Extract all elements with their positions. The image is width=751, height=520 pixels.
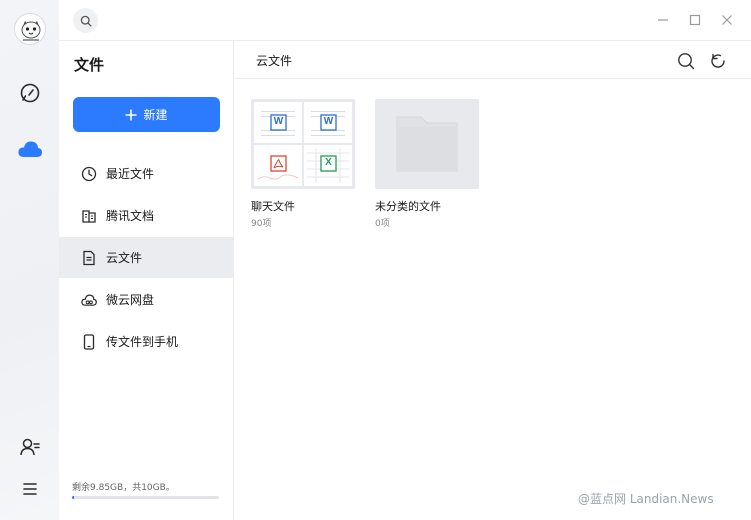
contacts-icon[interactable] bbox=[17, 434, 43, 460]
phone-icon bbox=[81, 333, 97, 350]
global-search-button[interactable] bbox=[73, 8, 98, 33]
menu-icon[interactable] bbox=[17, 476, 43, 502]
minimize-button[interactable] bbox=[654, 11, 672, 29]
close-button[interactable] bbox=[718, 11, 736, 29]
folder-count: 0项 bbox=[375, 219, 390, 229]
folder-thumbnail: W W X bbox=[251, 99, 355, 189]
document-icon bbox=[81, 250, 97, 266]
folder-count: 90项 bbox=[251, 219, 272, 229]
refresh-button[interactable] bbox=[708, 51, 728, 71]
sidebar-title: 文件 bbox=[74, 56, 105, 74]
cloud-icon[interactable] bbox=[17, 136, 43, 162]
maximize-icon bbox=[689, 14, 701, 26]
word-file-tile: W bbox=[304, 102, 352, 143]
folder-uncategorized[interactable]: 未分类的文件 0项 bbox=[375, 99, 479, 229]
sidebar-item-label: 腾讯文档 bbox=[106, 209, 155, 223]
sidebar-item-cloud-files[interactable]: 云文件 bbox=[59, 237, 233, 278]
sidebar-item-weiyun[interactable]: 微云网盘 bbox=[59, 279, 233, 320]
new-button[interactable]: 新建 bbox=[73, 97, 220, 132]
refresh-icon bbox=[711, 53, 725, 68]
sidebar-item-recent[interactable]: 最近文件 bbox=[59, 153, 233, 194]
pdf-icon bbox=[257, 155, 299, 180]
main-header: 云文件 bbox=[235, 41, 751, 79]
watermark: @蓝点网 Landian.News bbox=[578, 492, 714, 506]
word-badge: W bbox=[323, 116, 334, 127]
sidebar-item-label: 最近文件 bbox=[106, 167, 155, 181]
search-icon bbox=[80, 15, 91, 26]
sidebar-item-label: 传文件到手机 bbox=[106, 335, 179, 349]
storage-bar-fill bbox=[72, 496, 75, 499]
excel-badge: X bbox=[325, 157, 332, 168]
word-badge: W bbox=[273, 116, 284, 127]
page-title: 云文件 bbox=[256, 54, 293, 68]
plus-icon bbox=[125, 109, 137, 120]
top-bar bbox=[59, 0, 751, 41]
chat-icon[interactable] bbox=[17, 80, 43, 106]
folder-icon bbox=[396, 116, 458, 172]
clock-icon bbox=[81, 166, 97, 182]
tencent-docs-icon bbox=[81, 208, 97, 224]
folder-name: 未分类的文件 bbox=[375, 200, 441, 213]
folder-thumbnail bbox=[375, 99, 479, 189]
word-file-tile: W bbox=[254, 102, 302, 143]
folder-name: 聊天文件 bbox=[251, 200, 295, 213]
pdf-file-tile bbox=[254, 145, 302, 186]
cloud-drive-icon bbox=[81, 292, 97, 308]
search-icon bbox=[678, 53, 695, 70]
sidebar-item-label: 云文件 bbox=[106, 251, 143, 265]
folder-chat-files[interactable]: W W X 聊天文件 90项 bbox=[251, 99, 355, 229]
storage-text: 剩余9.85GB，共10GB。 bbox=[72, 483, 175, 493]
sidebar-item-send-to-phone[interactable]: 传文件到手机 bbox=[59, 321, 233, 362]
left-rail bbox=[0, 0, 59, 520]
storage-bar bbox=[72, 496, 219, 499]
maximize-button[interactable] bbox=[686, 11, 704, 29]
new-button-label: 新建 bbox=[143, 108, 168, 122]
excel-file-tile: X bbox=[304, 145, 352, 186]
sidebar-item-label: 微云网盘 bbox=[106, 293, 155, 307]
avatar[interactable] bbox=[14, 13, 46, 45]
main-panel: 云文件 W W X 聊天文件 90项 未分类的文件 0项 bbox=[235, 41, 751, 520]
minimize-icon bbox=[658, 19, 668, 21]
sidebar: 文件 新建 最近文件 腾讯文档 云文件 微云网盘 传文件到手机 剩余9.85GB… bbox=[59, 41, 234, 520]
sidebar-item-tencent-docs[interactable]: 腾讯文档 bbox=[59, 195, 233, 236]
avatar-cat-icon bbox=[15, 14, 45, 44]
search-button[interactable] bbox=[676, 51, 696, 71]
close-icon bbox=[722, 15, 732, 25]
